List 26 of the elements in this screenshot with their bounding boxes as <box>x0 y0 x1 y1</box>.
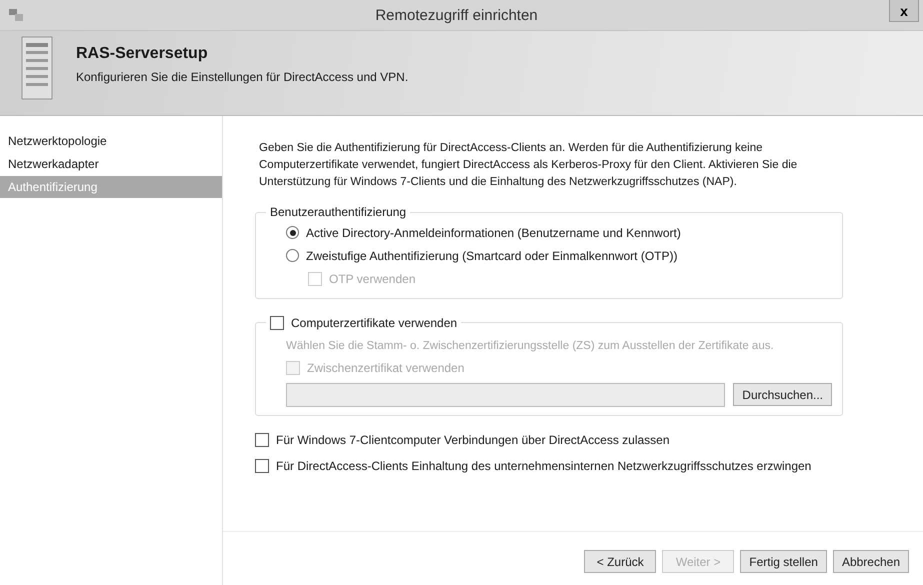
checkbox-label: Für Windows 7-Clientcomputer Verbindungen über DirectAccess zulassen <box>276 432 670 446</box>
hint-text: Wählen Sie die Stamm- o. Zwischenzertifizierungsstelle (ZS) zum Ausstellen der Zertifikate aus. <box>286 339 775 354</box>
wizard-button[interactable]: < Zurück <box>584 550 656 573</box>
checkbox[interactable] <box>255 458 269 472</box>
description-text: Geben Sie die Authentifizierung für DirectAccess-Clients an. Werden für die Authentifizierung keine Computerzertifikate verwendet, fungiert DirectAccess als Kerberos-Proxy für den Client. Aktivieren Sie die Unterstützung für Windows 7-Clients und die Einhaltung des Netzwerkzugriffsschutzes (NAP). <box>259 141 798 190</box>
checkbox[interactable] <box>270 316 284 330</box>
radio-label: Active Directory-Anmeldeinformationen (Benutzername und Kennwort) <box>306 226 681 240</box>
wizard-button[interactable]: Fertig stellen <box>740 550 827 573</box>
group-legend: Benutzerauthentifizierung <box>266 205 410 219</box>
sidebar-item[interactable]: Netzwerkadapter <box>0 153 222 175</box>
checkbox-label: OTP verwenden <box>329 272 416 286</box>
page-subtitle: Konfigurieren Sie die Einstellungen für DirectAccess und VPN. <box>76 70 408 84</box>
window-title: Remotezugriff einrichten <box>374 6 539 24</box>
page-title: RAS-Serversetup <box>76 45 208 63</box>
browse-button[interactable]: Durchsuchen... <box>733 383 832 406</box>
checkbox-label: Für DirectAccess-Clients Einhaltung des unternehmensinternen Netzwerkzugriffsschutzes erzwingen <box>276 458 812 472</box>
close-button[interactable]: x <box>889 0 919 22</box>
sidebar-item[interactable]: Netzwerktopologie <box>0 130 222 152</box>
radio-button[interactable] <box>286 249 299 262</box>
checkbox-label: Computerzertifikate verwenden <box>291 316 458 330</box>
wizard-button[interactable]: Abbrechen <box>832 550 909 573</box>
radio-button[interactable] <box>286 226 299 239</box>
radio-label: Zweistufige Authentifizierung (Smartcard oder Einmalkennwort (OTP)) <box>306 248 678 262</box>
checkbox[interactable] <box>255 432 269 446</box>
checkbox-label: Zwischenzertifikat verwenden <box>307 360 464 374</box>
server-icon <box>8 8 24 22</box>
